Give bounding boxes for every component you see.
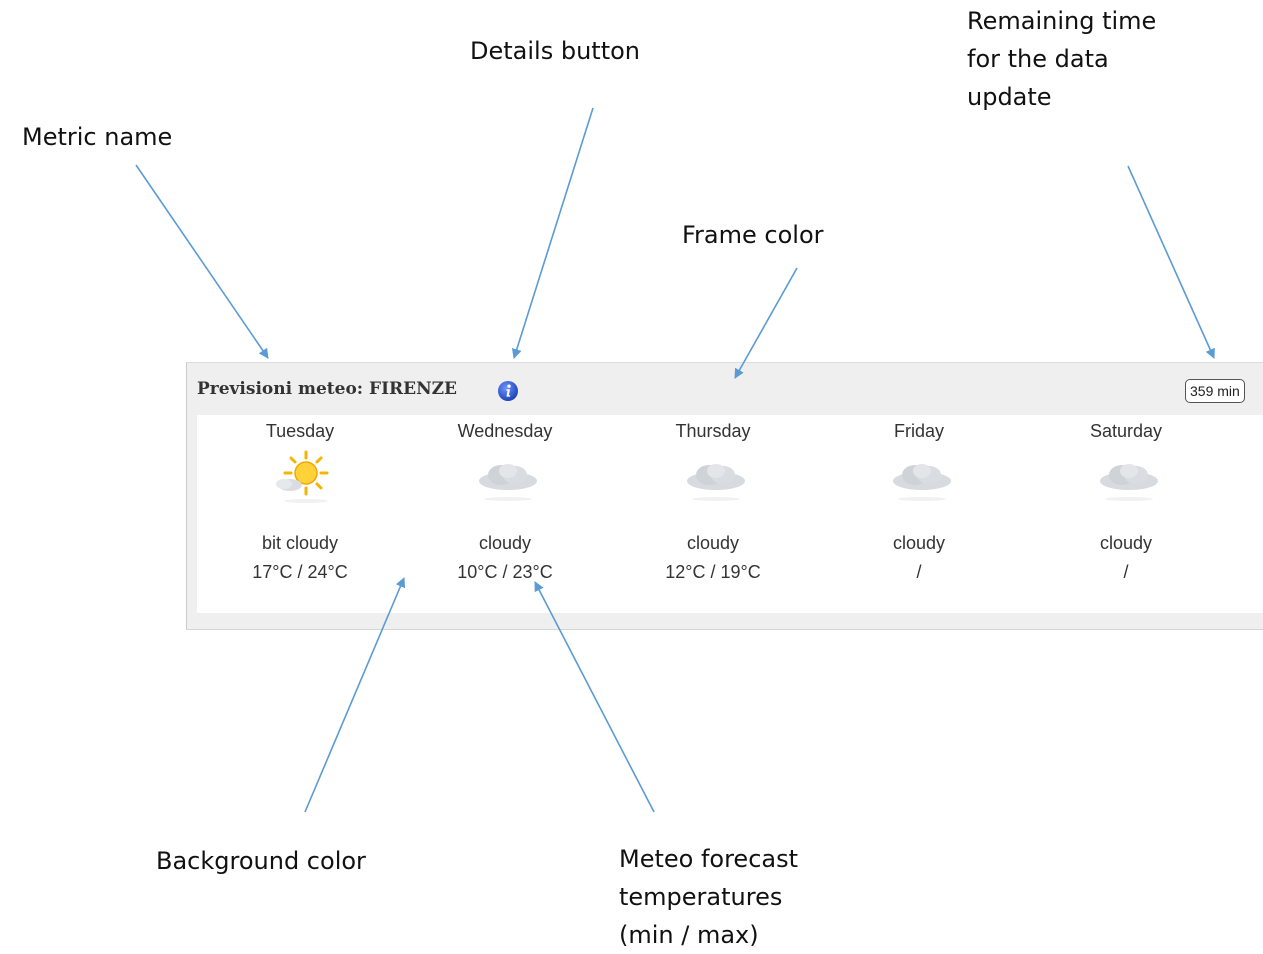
- callout-background-color: Background color: [156, 847, 366, 875]
- info-icon[interactable]: [497, 380, 519, 402]
- weather-widget-frame: Previsioni meteo: FIRENZE 359 min Tuesda…: [186, 362, 1263, 630]
- day-condition: cloudy: [686, 533, 740, 553]
- cloud-icon: [687, 464, 745, 501]
- day-temperatures: /: [916, 562, 922, 582]
- callout-details-button: Details button: [470, 37, 640, 65]
- arrow-details-button: [511, 107, 594, 359]
- arrow-metric-name: [135, 164, 269, 359]
- arrow-remaining-time: [1127, 165, 1215, 359]
- day-condition: bit cloudy: [261, 533, 339, 553]
- day-name: Tuesday: [265, 421, 335, 441]
- day-name: Wednesday: [457, 421, 553, 441]
- cloud-icon: [1100, 464, 1158, 501]
- widget-background: Tuesday bit cloudy 17°C / 24°C Wednesday…: [197, 415, 1263, 613]
- widget-header: Previsioni meteo: FIRENZE 359 min: [187, 363, 1263, 415]
- day-temperatures: 12°C / 19°C: [665, 562, 761, 582]
- day-name: Thursday: [675, 421, 751, 441]
- callout-frame-color: Frame color: [682, 221, 824, 249]
- day-temperatures: 10°C / 23°C: [457, 562, 553, 582]
- update-countdown-badge: 359 min: [1185, 379, 1245, 403]
- cloud-icon: [479, 464, 537, 501]
- day-temperatures: 17°C / 24°C: [252, 562, 348, 582]
- day-name: Friday: [893, 421, 944, 441]
- callout-forecast-temperatures: Meteo forecast temperatures (min / max): [619, 845, 799, 949]
- sun-cloud-icon: [276, 450, 329, 503]
- widget-title: Previsioni meteo: FIRENZE: [197, 379, 458, 399]
- day-condition: cloudy: [892, 533, 946, 553]
- day-name: Saturday: [1089, 421, 1163, 441]
- day-temperatures: /: [1123, 562, 1129, 582]
- callout-remaining-time: Remaining time for the data update: [967, 7, 1157, 111]
- callout-metric-name: Metric name: [22, 123, 173, 151]
- day-condition: cloudy: [478, 533, 532, 553]
- day-condition: cloudy: [1099, 533, 1153, 553]
- cloud-icon: [893, 464, 951, 501]
